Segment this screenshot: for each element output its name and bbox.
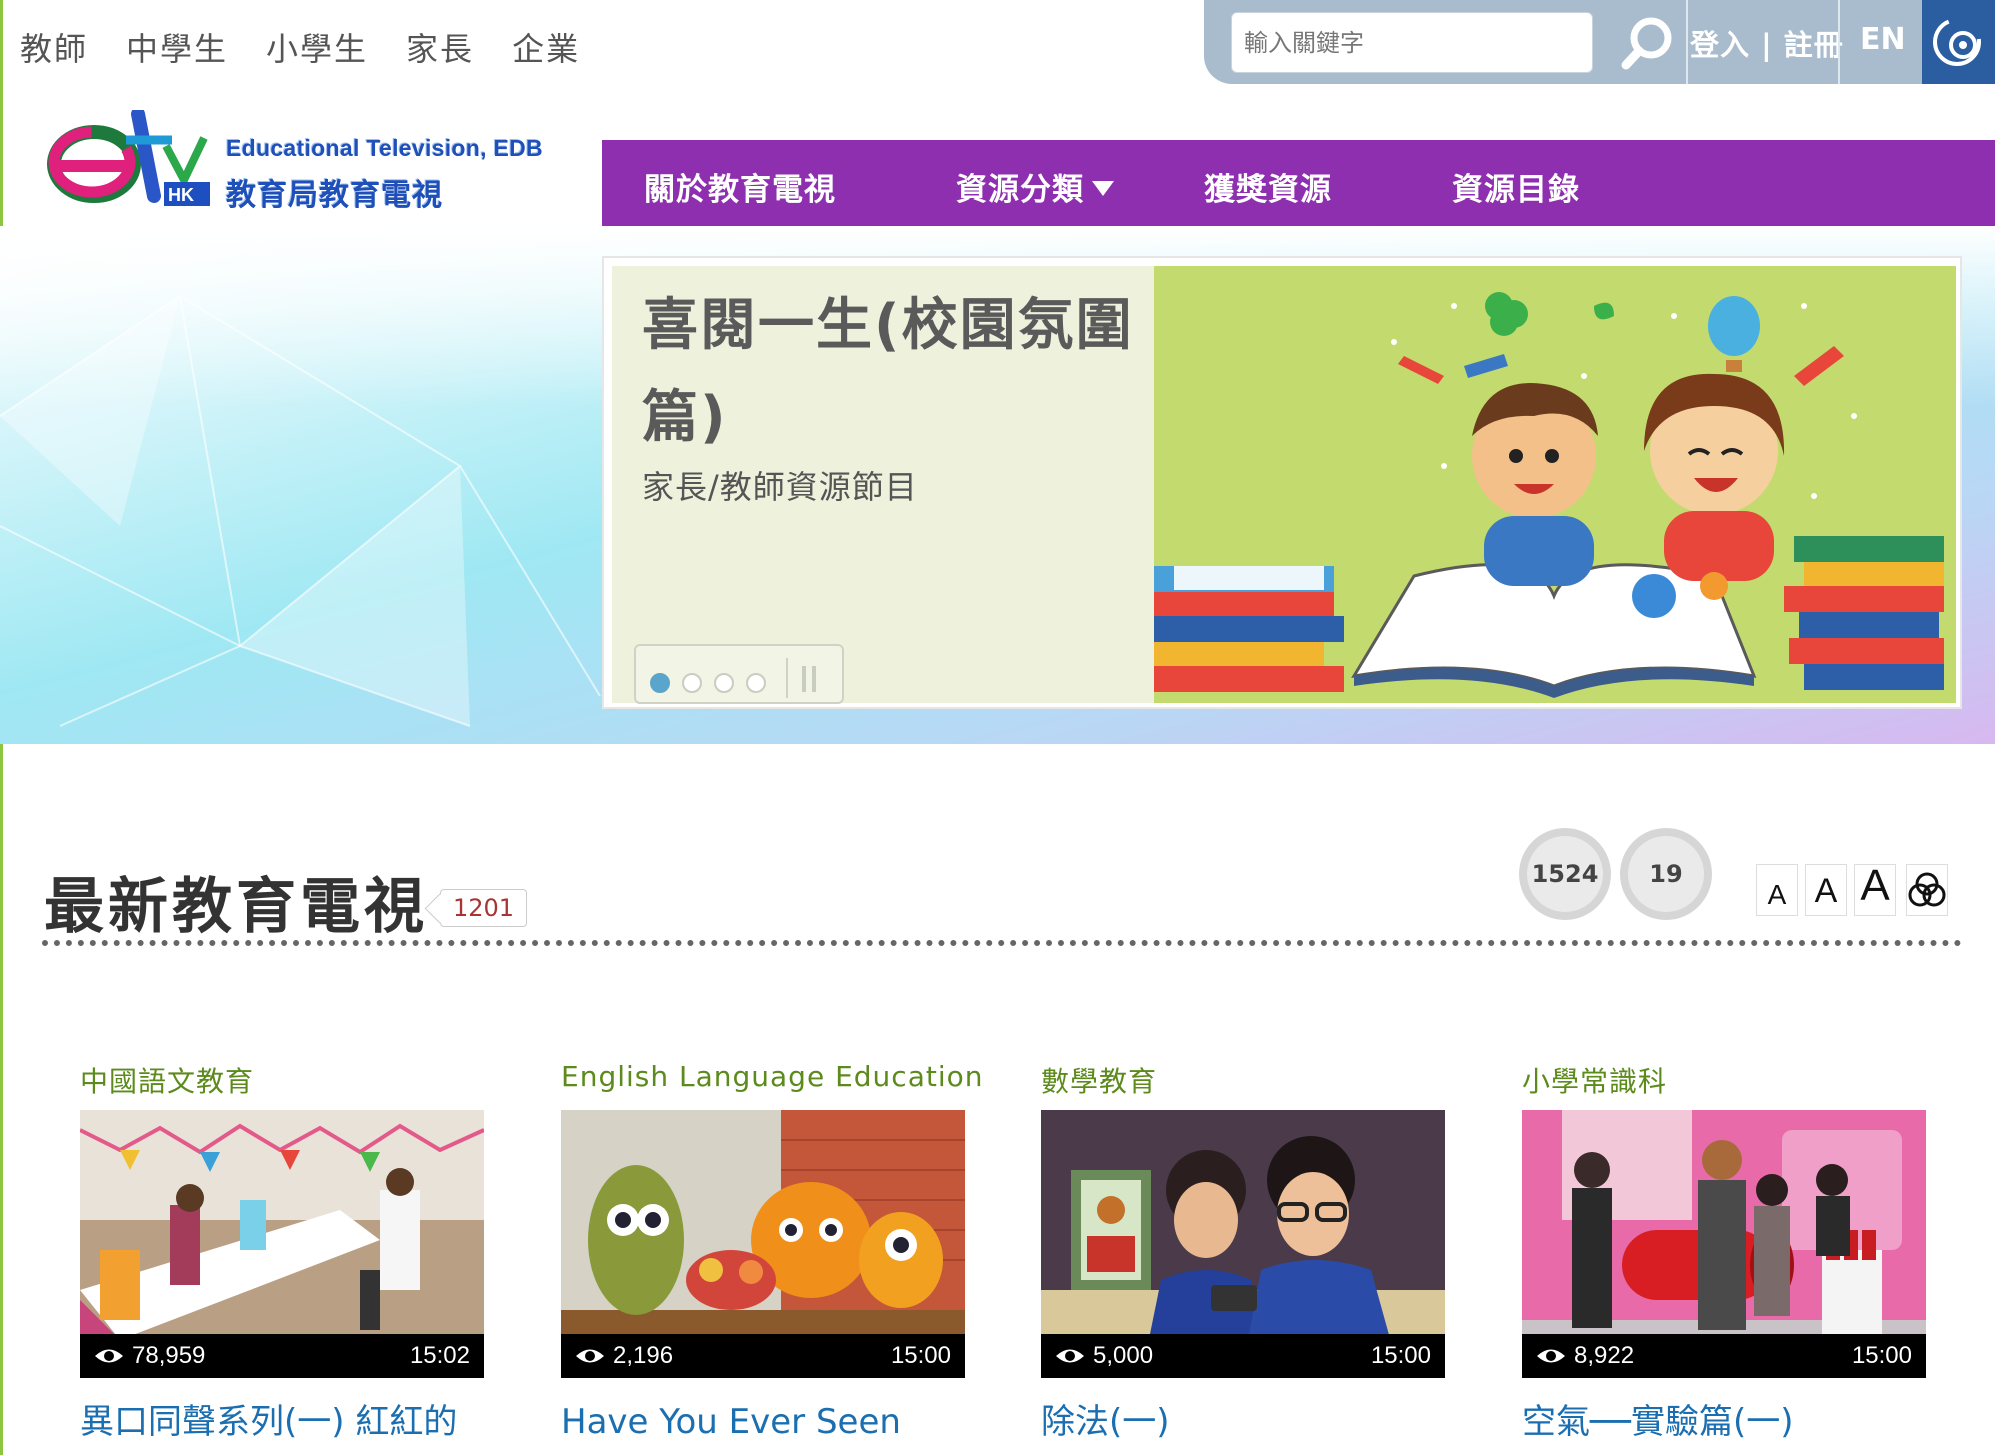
- eye-icon: [576, 1349, 604, 1363]
- font-size-medium-button[interactable]: A: [1805, 864, 1847, 916]
- slide-dot-4[interactable]: [746, 673, 766, 693]
- nav-resource-catalogue[interactable]: 資源目錄: [1452, 164, 1580, 209]
- login-register-link[interactable]: 登入 | 註冊: [1690, 22, 1844, 64]
- search-button[interactable]: [1612, 8, 1684, 78]
- audience-secondary-link[interactable]: 中學生: [126, 24, 228, 70]
- video-category[interactable]: 數學教育: [1041, 1060, 1445, 1100]
- audience-parents-link[interactable]: 家長: [406, 24, 474, 70]
- video-duration: 15:02: [409, 1342, 470, 1369]
- search-input[interactable]: [1231, 12, 1593, 73]
- eye-icon: [1537, 1349, 1565, 1363]
- video-title-link[interactable]: 空氣──實驗篇(一): [1522, 1396, 1926, 1455]
- audience-business-link[interactable]: 企業: [512, 24, 580, 70]
- audience-primary-link[interactable]: 小學生: [266, 24, 368, 70]
- pause-button[interactable]: [786, 658, 830, 698]
- video-title-link[interactable]: Have You Ever Seen the Monster?: [561, 1396, 965, 1455]
- divider: [1686, 0, 1688, 84]
- video-meta-bar: 8,922 15:00: [1522, 1334, 1926, 1378]
- video-duration: 15:00: [1370, 1342, 1431, 1369]
- contrast-icon: [1908, 872, 1946, 907]
- logo-chinese-name: 教育局教育電視: [226, 178, 443, 213]
- view-count: 2,196: [575, 1342, 673, 1370]
- section-title: 最新教育電視: [44, 872, 428, 942]
- slide-dot-2[interactable]: [682, 673, 702, 693]
- nav-resource-categories[interactable]: 資源分類: [956, 164, 1114, 209]
- video-thumbnail[interactable]: 2,196 15:00: [561, 1110, 965, 1378]
- audience-nav: 教師 中學生 小學生 家長 企業: [20, 24, 580, 70]
- font-size-large-button[interactable]: A: [1854, 861, 1896, 916]
- eye-icon: [1056, 1349, 1084, 1363]
- accessibility-icon: [1932, 18, 1981, 66]
- video-meta-bar: 2,196 15:00: [561, 1334, 965, 1378]
- main-nav: 關於教育電視 資源分類 獲獎資源 資源目錄: [602, 140, 1995, 226]
- banner-caption-panel: 喜閱一生(校園氛圍篇) 家長/教師資源節目: [612, 266, 1154, 704]
- pause-icon: [802, 666, 806, 692]
- video-category[interactable]: 小學常識科: [1522, 1060, 1926, 1100]
- search-icon: [1621, 17, 1672, 70]
- share-count: 19: [1628, 836, 1704, 912]
- video-meta-bar: 5,000 15:00: [1041, 1334, 1445, 1378]
- view-count-value: 2,196: [613, 1342, 674, 1369]
- hero-banner[interactable]: 喜閱一生(校園氛圍篇) 家長/教師資源節目: [602, 256, 1962, 709]
- font-size-small-button[interactable]: A: [1756, 864, 1798, 916]
- etv-logo-mark: HK: [47, 110, 210, 206]
- video-thumbnail[interactable]: 8,922 15:00: [1522, 1110, 1926, 1378]
- like-count: 1524: [1527, 836, 1603, 912]
- like-counter[interactable]: 1524: [1519, 828, 1611, 920]
- color-contrast-button[interactable]: [1906, 864, 1948, 916]
- video-card: 小學常識科 8,922 15:00 空氣──實驗篇(一): [1522, 1060, 1926, 1455]
- slide-dot-3[interactable]: [714, 673, 734, 693]
- view-count-value: 78,959: [132, 1342, 206, 1369]
- video-card: 中國語文教育 78,959 15:02 異口同聲系列(一) 紅紅的: [80, 1060, 484, 1455]
- view-count: 8,922: [1536, 1342, 1634, 1370]
- slide-dot-1[interactable]: [650, 673, 670, 693]
- language-toggle[interactable]: EN: [1860, 22, 1906, 57]
- caret-down-icon: [1092, 181, 1114, 196]
- nav-award-resources[interactable]: 獲獎資源: [1204, 164, 1332, 209]
- share-counter[interactable]: 19: [1620, 828, 1712, 920]
- audience-teachers-link[interactable]: 教師: [20, 24, 88, 70]
- view-count-value: 8,922: [1574, 1342, 1635, 1369]
- banner-title[interactable]: 喜閱一生(校園氛圍篇): [642, 280, 1142, 464]
- banner-illustration: [1134, 266, 1956, 703]
- slide-pager: [634, 644, 844, 704]
- video-meta-bar: 78,959 15:02: [80, 1334, 484, 1378]
- video-title-link[interactable]: 異口同聲系列(一) 紅紅的生日會 (粵語、廣東話): [80, 1396, 484, 1455]
- view-count-value: 5,000: [1093, 1342, 1154, 1369]
- nav-about-etv[interactable]: 關於教育電視: [644, 164, 836, 209]
- video-card: 數學教育 5,000 15:00 除法(一): [1041, 1060, 1445, 1455]
- view-count: 78,959: [94, 1342, 205, 1370]
- video-thumbnail[interactable]: 5,000 15:00: [1041, 1110, 1445, 1378]
- eye-icon: [95, 1349, 123, 1363]
- video-duration: 15:00: [1851, 1342, 1912, 1369]
- video-duration: 15:00: [890, 1342, 951, 1369]
- video-title-link[interactable]: 除法(一): [1041, 1396, 1445, 1455]
- video-category[interactable]: 中國語文教育: [80, 1060, 484, 1100]
- view-count: 5,000: [1055, 1342, 1153, 1370]
- video-category[interactable]: English Language Education: [561, 1060, 982, 1100]
- divider: [1838, 0, 1840, 84]
- banner-subtitle: 家長/教師資源節目: [642, 468, 918, 506]
- svg-text:HK: HK: [168, 185, 194, 205]
- accessibility-button[interactable]: [1922, 0, 1995, 84]
- pause-icon-bar: [812, 666, 816, 692]
- section-count-badge: 1201: [440, 889, 528, 927]
- video-thumbnail[interactable]: 78,959 15:02: [80, 1110, 484, 1378]
- video-card: English Language Education 2,196 15:00 H…: [561, 1060, 982, 1455]
- section-divider: [42, 940, 1962, 946]
- logo-english-name: Educational Television, EDB: [226, 135, 543, 161]
- nav-resource-categories-label: 資源分類: [956, 172, 1084, 208]
